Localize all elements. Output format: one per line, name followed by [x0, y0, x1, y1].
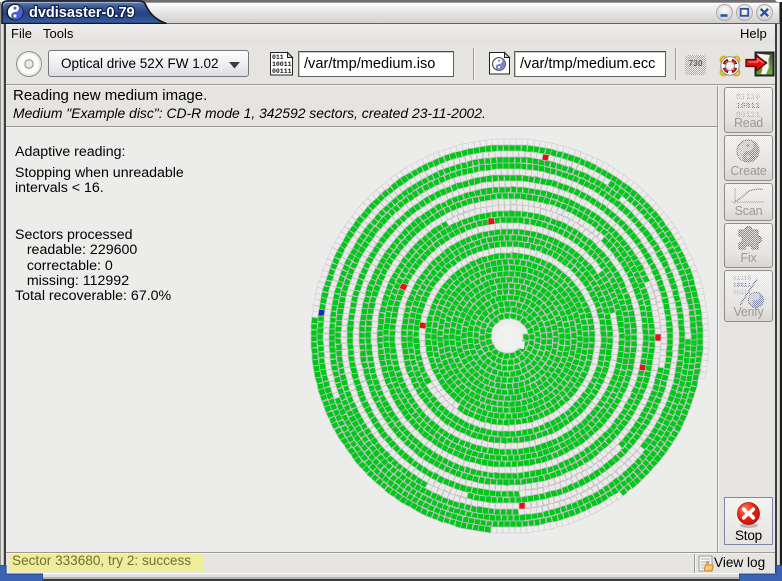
svg-text:dvdisaster-0.79: dvdisaster-0.79: [29, 5, 135, 21]
